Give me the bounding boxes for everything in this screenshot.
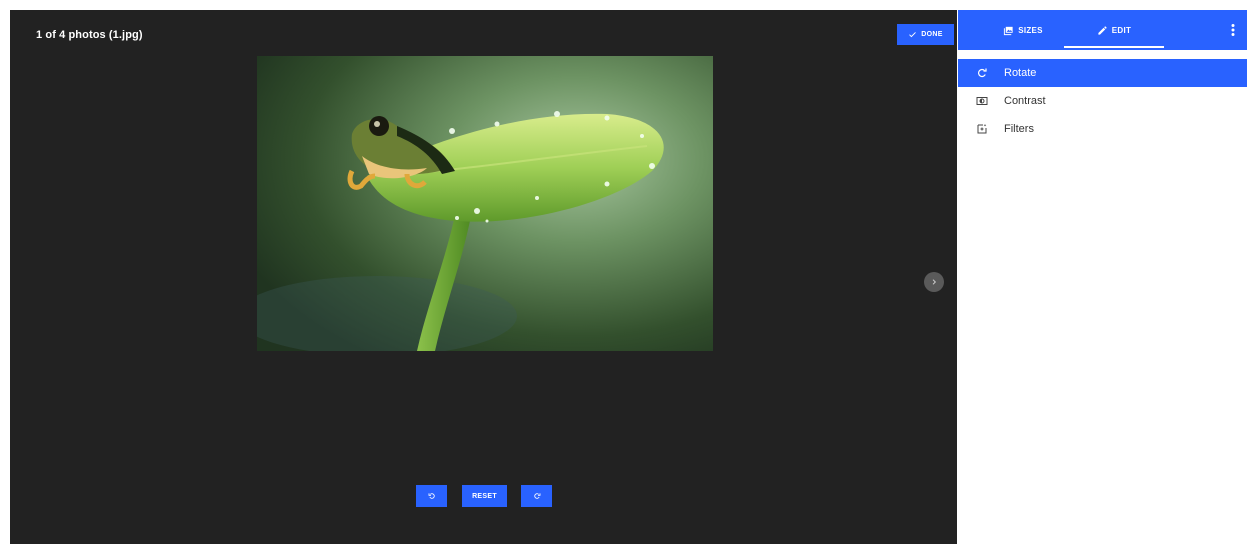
active-tab-indicator <box>1064 46 1164 48</box>
menu-item-rotate[interactable]: Rotate <box>958 59 1247 87</box>
menu-item-label: Filters <box>1004 123 1034 135</box>
sidebar-header: SIZES EDIT <box>958 10 1247 50</box>
tab-edit[interactable]: EDIT <box>1064 10 1164 50</box>
rotate-left-button[interactable] <box>416 485 447 507</box>
edit-sidebar: SIZES EDIT Rotate Contrast Filters <box>958 10 1247 544</box>
tab-edit-label: EDIT <box>1111 25 1132 35</box>
check-icon <box>908 30 917 39</box>
reset-button[interactable]: RESET <box>462 485 507 507</box>
pencil-icon <box>1097 25 1108 36</box>
rotate-right-icon <box>533 492 541 500</box>
contrast-icon <box>976 95 988 107</box>
rotate-icon <box>976 67 988 79</box>
edit-menu: Rotate Contrast Filters <box>958 59 1247 143</box>
photo-title: 1 of 4 photos (1.jpg) <box>36 29 143 41</box>
rotate-right-button[interactable] <box>521 485 552 507</box>
photo-image <box>257 56 713 351</box>
done-label: DONE <box>921 31 943 38</box>
tab-sizes[interactable]: SIZES <box>978 10 1068 50</box>
rotate-left-icon <box>428 492 436 500</box>
photo-library-icon <box>1003 25 1014 36</box>
filters-icon <box>976 123 988 135</box>
menu-item-filters[interactable]: Filters <box>958 115 1247 143</box>
done-button[interactable]: DONE <box>897 24 954 45</box>
chevron-right-icon <box>930 278 938 286</box>
menu-item-label: Rotate <box>1004 67 1037 79</box>
more-options-button[interactable] <box>1224 21 1242 39</box>
tab-sizes-label: SIZES <box>1018 25 1043 35</box>
menu-item-label: Contrast <box>1004 95 1046 107</box>
frog-on-leaf-image <box>257 56 713 351</box>
menu-item-contrast[interactable]: Contrast <box>958 87 1247 115</box>
more-vert-icon <box>1231 24 1235 36</box>
next-photo-button[interactable] <box>924 272 944 292</box>
